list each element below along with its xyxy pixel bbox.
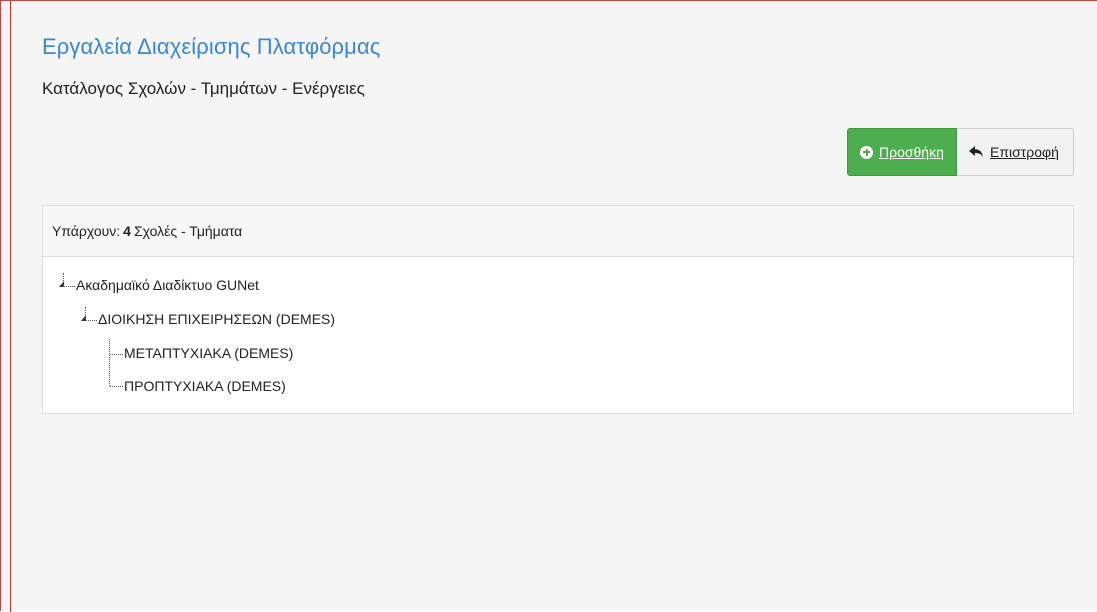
- tree-connector: [64, 286, 75, 287]
- tree-connector: [109, 339, 110, 386]
- add-button-label: Προσθήκη: [879, 144, 944, 160]
- page-subtitle: Κατάλογος Σχολών - Τμημάτων - Ενέργειες: [42, 79, 365, 98]
- tree-node-department[interactable]: ΠΡΟΠΤΥΧΙΑΚΑ (DEMES): [124, 378, 286, 394]
- tree-node-department[interactable]: ΜΕΤΑΠΤΥΧΙΑΚΑ (DEMES): [124, 345, 293, 361]
- action-toolbar: Προσθήκη Επιστροφή: [847, 128, 1074, 176]
- left-border: [10, 1, 11, 612]
- page-frame: Εργαλεία Διαχείρισης Πλατφόρμας Κατάλογο…: [0, 0, 1097, 612]
- panel-heading: Υπάρχουν: 4 Σχολές - Τμήματα: [43, 206, 1073, 257]
- tree-node-school[interactable]: ΔΙΟΙΚΗΣΗ ΕΠΙΧΕΙΡΗΣΕΩΝ (DEMES): [98, 311, 335, 327]
- plus-circle-icon: [860, 145, 873, 159]
- count-suffix: Σχολές - Τμήματα: [133, 223, 243, 239]
- back-button[interactable]: Επιστροφή: [957, 128, 1074, 176]
- page-title: Εργαλεία Διαχείρισης Πλατφόρμας: [42, 34, 381, 59]
- tree-node-root[interactable]: Ακαδημαϊκό Διαδίκτυο GUNet: [76, 277, 259, 293]
- count-value: 4: [123, 223, 131, 239]
- tree-connector: [85, 307, 86, 321]
- reply-arrow-icon: [969, 146, 984, 158]
- departments-panel: Υπάρχουν: 4 Σχολές - Τμήματα Ακαδημαϊκό …: [42, 205, 1074, 414]
- add-button[interactable]: Προσθήκη: [847, 128, 957, 176]
- back-button-label: Επιστροφή: [990, 144, 1059, 160]
- tree-connector: [63, 273, 64, 287]
- department-tree: Ακαδημαϊκό Διαδίκτυο GUNet ΔΙΟΙΚΗΣΗ ΕΠΙΧ…: [43, 257, 1073, 413]
- tree-connector: [110, 354, 123, 355]
- tree-connector: [110, 386, 123, 387]
- count-prefix: Υπάρχουν:: [52, 223, 121, 239]
- tree-connector: [86, 320, 97, 321]
